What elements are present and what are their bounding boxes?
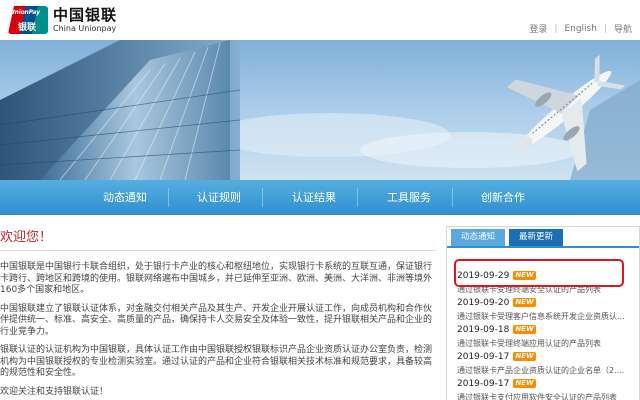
- new-badge: NEW: [513, 298, 536, 307]
- top-links: 登录 | English | 导航: [529, 22, 632, 36]
- sitemap-link[interactable]: 导航: [614, 22, 632, 35]
- nav-item-rules[interactable]: 认证规则: [197, 180, 241, 215]
- news-tabs: 动态通知 最新更新: [447, 227, 639, 248]
- english-link[interactable]: English: [564, 24, 597, 34]
- new-badge: NEW: [513, 325, 536, 334]
- new-badge: NEW: [513, 352, 536, 361]
- news-panel: 动态通知 最新更新 2019-09-29 NEW 通过银联卡受理终端安全认证的产品…: [446, 226, 640, 400]
- intro-text: 中国银联是中国银行卡联合组织，处于银行卡产业的核心和枢纽地位，实现银行卡系统的互…: [0, 262, 432, 400]
- logo-text-en: China Unionpay: [53, 23, 117, 33]
- intro-paragraph: 银联认证的认证机构为中国银联，具体认证工作由中国银联授权银联标识产品企业资质认证…: [0, 345, 433, 378]
- news-title[interactable]: 通过银联卡支付应用软件安全认证的产品列表: [457, 392, 635, 400]
- new-badge: NEW: [513, 271, 536, 280]
- news-date: 2019-09-18: [457, 325, 510, 335]
- tab-latest-updates[interactable]: 最新更新: [509, 229, 563, 246]
- news-item[interactable]: 2019-09-20 NEW 通过银联卡受理客户信息系统开发企业资质认...: [457, 290, 635, 321]
- nav-item-notices[interactable]: 动态通知: [103, 180, 147, 215]
- main-nav: 动态通知 认证规则 认证结果 工具服务 创新合作: [0, 180, 640, 215]
- nav-item-results[interactable]: 认证结果: [292, 180, 336, 215]
- nav-item-innovation[interactable]: 创新合作: [481, 180, 525, 215]
- news-item[interactable]: 2019-09-29 NEW 通过银联卡受理终端安全认证的产品列表: [457, 263, 635, 294]
- login-link[interactable]: 登录: [529, 22, 547, 35]
- banner-illustration: [0, 40, 640, 180]
- tab-notices[interactable]: 动态通知: [451, 229, 505, 246]
- link-separator: |: [603, 23, 607, 34]
- nav-item-tools[interactable]: 工具服务: [387, 180, 431, 215]
- news-item[interactable]: 2019-09-18 NEW 通过银联卡受理终端应用认证的产品列表: [457, 317, 635, 348]
- nav-divider: [452, 188, 453, 207]
- news-date: 2019-09-20: [457, 298, 510, 308]
- new-badge: NEW: [513, 379, 536, 388]
- unionpay-logo-mark: UnionPay 银联: [8, 6, 48, 34]
- news-date: 2019-09-17: [457, 379, 510, 389]
- intro-paragraph: 欢迎关注和支持银联认证！: [0, 386, 109, 397]
- news-list: 2019-09-29 NEW 通过银联卡受理终端安全认证的产品列表 2019-09…: [457, 263, 635, 400]
- header: UnionPay 银联 中国银联 China Unionpay 登录 | Eng…: [0, 0, 640, 40]
- news-date: 2019-09-29: [457, 271, 510, 281]
- intro-paragraph: 中国银联建立了银联认证体系，对金融交付相关产品及其生产、开发企业开展认证工作，向…: [0, 303, 433, 337]
- link-separator: |: [554, 23, 558, 34]
- nav-divider: [262, 188, 263, 207]
- news-item[interactable]: 2019-09-17 NEW 通过银联卡产品企业资质认证的企业名单（2....: [457, 344, 635, 375]
- section-divider: [0, 250, 436, 251]
- intro-paragraph: 中国银联是中国银行卡联合组织，处于银行卡产业的核心和枢纽地位，实现银行卡系统的互…: [0, 262, 433, 295]
- nav-divider: [168, 188, 169, 207]
- logo-text-cn: 中国银联: [53, 5, 118, 24]
- news-date: 2019-09-17: [457, 352, 510, 362]
- nav-divider: [357, 188, 358, 207]
- logo-badge-cn: 银联: [18, 23, 37, 33]
- hero-banner: [0, 40, 640, 180]
- news-item[interactable]: 2019-09-17 NEW 通过银联卡支付应用软件安全认证的产品列表: [457, 371, 635, 400]
- welcome-title: 欢迎您！: [0, 230, 53, 245]
- logo-badge-en: UnionPay: [10, 9, 40, 16]
- unionpay-logo[interactable]: UnionPay 银联 中国银联 China Unionpay: [8, 4, 148, 36]
